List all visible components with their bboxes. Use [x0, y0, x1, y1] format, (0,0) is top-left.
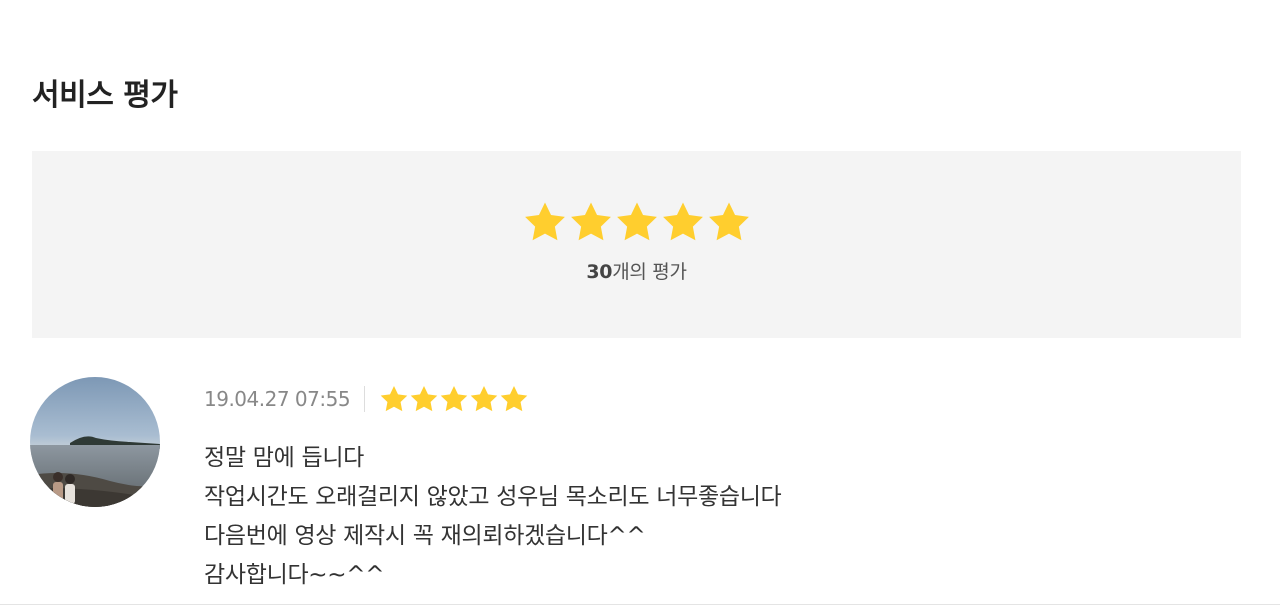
- star-icon: [523, 201, 567, 243]
- review-datetime: 19.04.27 07:55: [204, 387, 351, 411]
- star-icon: [569, 201, 613, 243]
- review-meta: 19.04.27 07:55: [204, 383, 529, 415]
- section-title: 서비스 평가: [32, 78, 178, 113]
- star-icon: [409, 385, 439, 413]
- rating-count-number: 30: [586, 261, 613, 283]
- summary-stars: [32, 201, 1241, 243]
- review-stars: [379, 385, 529, 413]
- star-icon: [439, 385, 469, 413]
- star-icon: [707, 201, 751, 243]
- divider: [0, 604, 1280, 605]
- review-body: 정말 맘에 듭니다 작업시간도 오래걸리지 않았고 성우님 목소리도 너무좋습니…: [204, 439, 782, 595]
- star-icon: [615, 201, 659, 243]
- avatar: [30, 377, 160, 507]
- star-icon: [661, 201, 705, 243]
- review-line: 감사합니다~~^^: [204, 562, 385, 588]
- rating-count-suffix: 개의 평가: [612, 261, 687, 283]
- review-line: 다음번에 영상 제작시 꼭 재의뢰하겠습니다^^: [204, 523, 646, 549]
- review-item: 19.04.27 07:55 정말 맘에 듭니다 작업시간도 오래걸리지 않았고…: [30, 377, 1240, 606]
- meta-divider: [364, 386, 366, 412]
- star-icon: [499, 385, 529, 413]
- service-review-page: 서비스 평가 30개의 평가 19.04.27 07:55 정말 맘에 듭니다 …: [0, 0, 1280, 606]
- review-line: 정말 맘에 듭니다: [204, 445, 365, 471]
- review-line: 작업시간도 오래걸리지 않았고 성우님 목소리도 너무좋습니다: [204, 484, 782, 510]
- star-icon: [379, 385, 409, 413]
- star-icon: [469, 385, 499, 413]
- rating-summary: 30개의 평가: [32, 151, 1241, 338]
- rating-count: 30개의 평가: [32, 257, 1241, 284]
